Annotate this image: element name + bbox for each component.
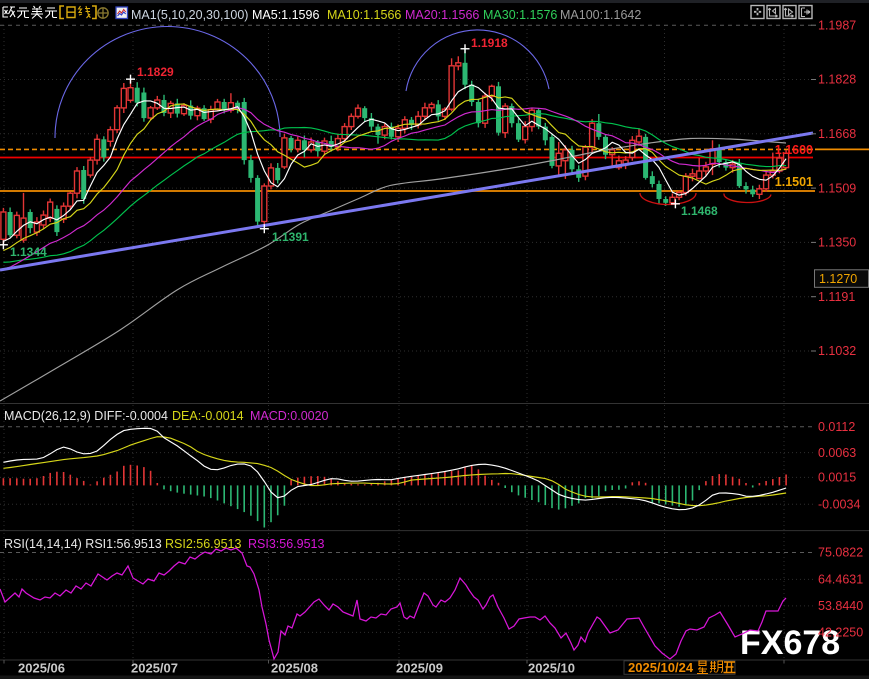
svg-text:0.0015: 0.0015 <box>818 471 856 485</box>
svg-text:MA20:1.1566: MA20:1.1566 <box>405 8 479 22</box>
svg-text:1.1668: 1.1668 <box>818 127 856 141</box>
svg-text:2025/07: 2025/07 <box>131 661 178 676</box>
svg-text:1.1828: 1.1828 <box>818 73 856 87</box>
svg-text:1.1501: 1.1501 <box>775 175 813 189</box>
svg-text:MA30:1.1576: MA30:1.1576 <box>483 8 557 22</box>
svg-text:1.1468: 1.1468 <box>681 204 718 218</box>
svg-text:MACD(26,12,9) DIFF:-0.0004: MACD(26,12,9) DIFF:-0.0004 <box>4 409 168 423</box>
svg-text:1.1191: 1.1191 <box>818 290 855 304</box>
svg-text:1.1344: 1.1344 <box>10 245 47 259</box>
svg-text:0.0063: 0.0063 <box>818 446 856 460</box>
svg-text:RSI2:56.9513: RSI2:56.9513 <box>165 537 241 551</box>
svg-text:MA10:1.1566: MA10:1.1566 <box>327 8 401 22</box>
svg-text:1.1032: 1.1032 <box>818 344 856 358</box>
svg-text:MA100:1.1642: MA100:1.1642 <box>560 8 641 22</box>
svg-text:1.1350: 1.1350 <box>818 236 856 250</box>
svg-text:42.2250: 42.2250 <box>818 626 863 640</box>
svg-text:-0.0034: -0.0034 <box>818 497 860 511</box>
svg-text:MACD:0.0020: MACD:0.0020 <box>250 409 329 423</box>
svg-text:RSI3:56.9513: RSI3:56.9513 <box>248 537 324 551</box>
svg-text:RSI(14,14,14) RSI1:56.9513: RSI(14,14,14) RSI1:56.9513 <box>4 537 162 551</box>
svg-text:0.0112: 0.0112 <box>818 420 855 434</box>
svg-text:1.1600: 1.1600 <box>775 143 813 157</box>
svg-text:1.1829: 1.1829 <box>137 65 174 79</box>
svg-text:MA1(5,10,20,30,100): MA1(5,10,20,30,100) <box>131 8 248 22</box>
svg-text:2025/06: 2025/06 <box>18 661 65 676</box>
svg-text:64.4631: 64.4631 <box>818 573 863 587</box>
svg-text:75.0822: 75.0822 <box>818 546 863 560</box>
svg-text:DEA:-0.0014: DEA:-0.0014 <box>172 409 244 423</box>
svg-text:2025/08: 2025/08 <box>271 661 318 676</box>
svg-text:2025/09: 2025/09 <box>396 661 443 676</box>
svg-text:2025/10: 2025/10 <box>528 661 575 676</box>
svg-text:53.8440: 53.8440 <box>818 599 863 613</box>
svg-text:1.1391: 1.1391 <box>272 230 309 244</box>
svg-text:1.1987: 1.1987 <box>818 18 856 32</box>
svg-text:2025/10/24: 2025/10/24 <box>628 660 694 675</box>
svg-text:1.1509: 1.1509 <box>818 181 856 195</box>
svg-text:1.1918: 1.1918 <box>471 36 508 50</box>
svg-text:1.1270: 1.1270 <box>819 272 857 286</box>
svg-text:MA5:1.1596: MA5:1.1596 <box>252 8 319 22</box>
